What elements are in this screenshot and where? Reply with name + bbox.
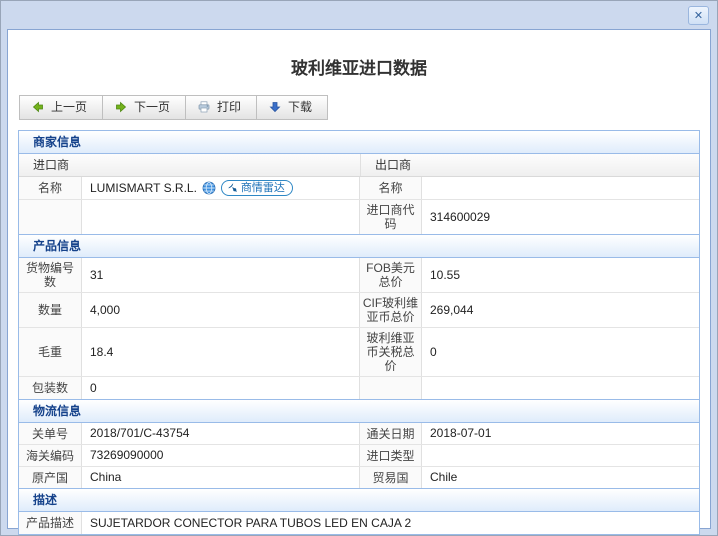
field-value: 4,000 bbox=[81, 293, 359, 327]
prev-page-label: 上一页 bbox=[51, 100, 88, 114]
page-title: 玻利维亚进口数据 bbox=[291, 59, 427, 78]
exporter-name-value bbox=[421, 177, 699, 199]
empty-label bbox=[19, 200, 81, 234]
field-label: 海关编码 bbox=[19, 445, 81, 466]
table-row: 名称 LUMISMART S.R.L. 商情雷达 名称 bbox=[19, 177, 699, 200]
table-row: 数量 4,000 CIF玻利维亚币总价 269,044 bbox=[19, 293, 699, 328]
exporter-column-header: 出口商 bbox=[360, 154, 699, 176]
field-value bbox=[421, 445, 699, 466]
field-label: CIF玻利维亚币总价 bbox=[359, 293, 421, 327]
table-row: 货物编号数 31 FOB美元总价 10.55 bbox=[19, 258, 699, 293]
section-header-merchant: 商家信息 bbox=[19, 131, 699, 154]
field-label bbox=[359, 377, 421, 399]
importer-name-label: 名称 bbox=[19, 177, 81, 199]
field-label: 包装数 bbox=[19, 377, 81, 399]
field-label: 毛重 bbox=[19, 328, 81, 376]
importer-column-header: 进口商 bbox=[33, 158, 70, 172]
close-icon: ✕ bbox=[693, 10, 704, 22]
field-value: 73269090000 bbox=[81, 445, 359, 466]
field-label: 进口类型 bbox=[359, 445, 421, 466]
field-value: 0 bbox=[421, 328, 699, 376]
field-label: 贸易国 bbox=[359, 467, 421, 488]
field-value: 10.55 bbox=[421, 258, 699, 292]
content-panel: 玻利维亚进口数据 上一页 下一页 打印 下载 商家信息 进口商 出口商 名称 L… bbox=[7, 29, 711, 535]
data-table: 商家信息 进口商 出口商 名称 LUMISMART S.R.L. 商情雷达 名称… bbox=[18, 130, 700, 535]
field-value bbox=[421, 377, 699, 399]
section-header-product: 产品信息 bbox=[19, 234, 699, 258]
next-page-label: 下一页 bbox=[134, 100, 171, 114]
table-row: 进口商代码 314600029 bbox=[19, 200, 699, 234]
print-button[interactable]: 打印 bbox=[186, 96, 258, 119]
close-button[interactable]: ✕ bbox=[688, 6, 709, 25]
table-row: 产品描述 SUJETARDOR CONECTOR PARA TUBOS LED … bbox=[19, 512, 699, 534]
field-label: FOB美元总价 bbox=[359, 258, 421, 292]
table-row: 原产国 China 贸易国 Chile bbox=[19, 467, 699, 488]
field-value: China bbox=[81, 467, 359, 488]
field-value: 269,044 bbox=[421, 293, 699, 327]
next-page-button[interactable]: 下一页 bbox=[103, 96, 187, 119]
download-button[interactable]: 下载 bbox=[257, 96, 328, 119]
empty-value bbox=[81, 200, 359, 234]
importer-name-value: LUMISMART S.R.L. bbox=[90, 180, 197, 195]
printer-icon bbox=[198, 101, 210, 113]
table-row: 毛重 18.4 玻利维亚币关税总价 0 bbox=[19, 328, 699, 377]
section-header-logistics: 物流信息 bbox=[19, 399, 699, 423]
field-value: 18.4 bbox=[81, 328, 359, 376]
field-label: 货物编号数 bbox=[19, 258, 81, 292]
product-description-label: 产品描述 bbox=[19, 512, 81, 534]
field-label: 原产国 bbox=[19, 467, 81, 488]
field-label: 玻利维亚币关税总价 bbox=[359, 328, 421, 376]
merchant-subheader: 进口商 出口商 bbox=[19, 154, 699, 177]
business-radar-badge[interactable]: 商情雷达 bbox=[220, 180, 293, 196]
arrow-right-icon bbox=[115, 101, 127, 113]
importer-code-label: 进口商代码 bbox=[359, 200, 421, 234]
radar-badge-label: 商情雷达 bbox=[240, 181, 285, 194]
section-header-description: 描述 bbox=[19, 488, 699, 512]
field-label: 通关日期 bbox=[359, 423, 421, 444]
field-label: 数量 bbox=[19, 293, 81, 327]
dialog-window: ✕ 玻利维亚进口数据 上一页 下一页 打印 下载 商家信息 进口商 出口商 名称… bbox=[0, 0, 718, 536]
field-value: 2018-07-01 bbox=[421, 423, 699, 444]
prev-page-button[interactable]: 上一页 bbox=[20, 96, 104, 119]
radar-icon bbox=[228, 183, 237, 192]
table-row: 包装数 0 bbox=[19, 377, 699, 399]
field-value: Chile bbox=[421, 467, 699, 488]
field-value: 2018/701/C-43754 bbox=[81, 423, 359, 444]
table-row: 关单号 2018/701/C-43754 通关日期 2018-07-01 bbox=[19, 423, 699, 445]
field-value: 31 bbox=[81, 258, 359, 292]
download-label: 下载 bbox=[288, 100, 313, 114]
table-row: 海关编码 73269090000 进口类型 bbox=[19, 445, 699, 467]
importer-name-cell: LUMISMART S.R.L. 商情雷达 bbox=[81, 177, 359, 199]
arrow-down-icon bbox=[269, 101, 281, 113]
exporter-name-label: 名称 bbox=[359, 177, 421, 199]
field-value: 0 bbox=[81, 377, 359, 399]
print-label: 打印 bbox=[217, 100, 242, 114]
importer-code-value: 314600029 bbox=[421, 200, 699, 234]
field-label: 关单号 bbox=[19, 423, 81, 444]
globe-icon[interactable] bbox=[202, 181, 216, 195]
arrow-left-icon bbox=[32, 101, 44, 113]
toolbar: 上一页 下一页 打印 下载 bbox=[19, 95, 329, 120]
product-description-value: SUJETARDOR CONECTOR PARA TUBOS LED EN CA… bbox=[81, 512, 699, 534]
